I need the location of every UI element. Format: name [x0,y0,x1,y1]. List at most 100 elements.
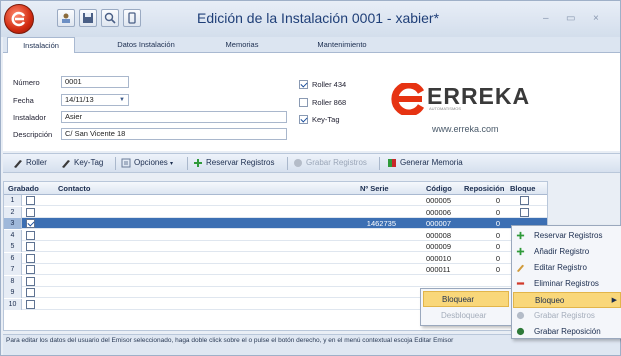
codigo-cell[interactable]: 000011 [426,265,450,274]
anadir-registro-menu-item[interactable]: Añadir Registro [512,244,621,260]
editar-registro-menu-item[interactable]: Editar Registro [512,260,621,276]
descripcion-field[interactable]: C/ San Vicente 18 [61,128,287,140]
reservar-registros-menu-item[interactable]: Reservar Registros [512,228,621,244]
reposicion-cell[interactable]: 0 [474,231,500,240]
roller-434-checkbox[interactable] [299,80,308,89]
grabar-registros-button[interactable]: Grabar Registros [293,158,367,168]
bloqueo-menu-item[interactable]: Bloqueo ▶ [513,292,621,308]
opciones-button-label: Opciones [134,158,168,168]
quick-access-device-button[interactable] [123,9,141,27]
reservar-registros-label: Reservar Registros [206,158,275,168]
codigo-cell[interactable]: 000010 [426,254,451,263]
quick-access-search-button[interactable] [101,9,119,27]
grabado-checkbox[interactable] [26,299,35,309]
table-row[interactable]: 5 000009 0 [4,241,547,252]
descripcion-label: Descripción [13,130,53,139]
row-number: 1 [4,195,22,206]
grabado-checkbox[interactable] [26,196,35,205]
toolbar-divider [379,157,380,170]
reposicion-cell[interactable]: 0 [474,208,500,217]
keytag-button[interactable]: Key-Tag [61,158,103,168]
roller-868-checkbox[interactable] [299,98,308,107]
maximize-button[interactable]: ▭ [566,13,575,24]
editar-registro-menu-label: Editar Registro [534,263,587,272]
bloqueo-submenu: Bloquear Desbloquear [420,288,512,326]
grabado-checkbox[interactable] [26,219,35,228]
grabado-checkbox[interactable] [26,288,35,297]
grid-toolbar: Roller Key-Tag Opciones ▾ Reservar Regis… [3,153,620,173]
row-number: 9 [4,287,22,298]
fecha-field[interactable]: 14/11/13 ▼ [61,94,129,106]
memory-icon [388,159,396,167]
codigo-cell[interactable]: 000007 [426,219,451,228]
reservar-registros-menu-label: Reservar Registros [534,231,603,240]
close-button[interactable]: × [593,13,599,24]
grabado-checkbox[interactable] [26,253,35,263]
instalador-field[interactable]: Asier [61,111,287,123]
bloqueo-checkbox[interactable] [520,207,529,217]
reservar-registros-button[interactable]: Reservar Registros [193,158,274,168]
keytag-icon [62,160,70,168]
roller-button[interactable]: Roller [13,158,47,168]
codigo-cell[interactable]: 000005 [426,196,451,205]
eliminar-registros-menu-item[interactable]: Eliminar Registros [512,276,621,292]
reposicion-cell[interactable]: 0 [474,265,500,274]
toolbar-divider [115,157,116,170]
col-bloqueo[interactable]: Bloque [510,184,535,193]
table-row[interactable]: 1 000005 0 [4,195,547,206]
col-grabado[interactable]: Grabado [8,184,39,193]
serie-cell[interactable]: 1462735 [344,219,396,228]
roller-icon [14,160,22,168]
reposicion-cell[interactable]: 0 [474,196,500,205]
grabado-checkbox[interactable] [26,276,35,286]
codigo-cell[interactable]: 000009 [426,242,451,251]
opciones-button[interactable]: Opciones ▾ [121,158,173,168]
write-icon [516,311,525,320]
grabar-registros-menu-item[interactable]: Grabar Registros [512,308,621,324]
grabado-checkbox[interactable] [26,242,35,251]
col-reposicion[interactable]: Reposición [464,184,504,193]
table-row[interactable]: 2 000006 0 [4,206,547,218]
numero-field[interactable]: 0001 [61,76,129,88]
table-row[interactable]: 4 000008 0 [4,229,547,241]
key-tag-checkbox[interactable] [299,115,308,124]
grabado-checkbox[interactable] [26,230,35,240]
quick-access-user-button[interactable] [57,9,75,27]
tab-datos-instalacion[interactable]: Datos Instalación [103,37,189,53]
col-contacto[interactable]: Contacto [58,184,91,193]
logo-subtitle: AUTOMATISMOS [429,106,462,111]
grabado-checkbox[interactable] [26,207,35,217]
chevron-down-icon[interactable]: ▼ [119,95,125,105]
quick-access-save-button[interactable] [79,9,97,27]
reposicion-cell[interactable]: 0 [474,254,500,263]
grabado-checkbox[interactable] [26,265,35,274]
row-number: 8 [4,275,22,287]
save-icon [83,13,93,23]
desbloquear-menu-item[interactable]: Desbloquear [423,308,509,324]
table-row[interactable]: 8 [4,275,547,287]
col-serie[interactable]: Nº Serie [360,184,389,193]
table-row[interactable]: 6 000010 0 [4,252,547,264]
generar-memoria-button[interactable]: Generar Memoria [387,158,463,168]
anadir-registro-menu-label: Añadir Registro [534,247,590,256]
codigo-cell[interactable]: 000008 [426,231,451,240]
reposicion-cell[interactable]: 0 [474,242,500,251]
write-icon [294,159,302,167]
roller-868-label: Roller 868 [312,98,347,107]
tab-instalacion[interactable]: Instalación [7,37,75,53]
bloqueo-checkbox[interactable] [520,196,529,205]
user-lock-icon [62,13,70,23]
reposicion-cell[interactable]: 0 [474,219,500,228]
codigo-cell[interactable]: 000006 [426,208,451,217]
tab-mantenimiento[interactable]: Mantenimiento [299,37,385,53]
minimize-button[interactable]: – [543,13,549,24]
col-codigo[interactable]: Código [426,184,452,193]
bloquear-menu-item[interactable]: Bloquear [423,291,509,307]
delete-icon [516,282,525,285]
grabar-reposicion-menu-item[interactable]: Grabar Reposición [512,324,621,340]
reserve-icon [194,159,202,167]
table-row[interactable]: 7 000011 0 [4,264,547,275]
table-row[interactable]: 3 1462735 000007 0 [4,218,547,229]
tab-memorias[interactable]: Memorias [209,37,275,53]
app-menu-button[interactable] [4,4,34,34]
